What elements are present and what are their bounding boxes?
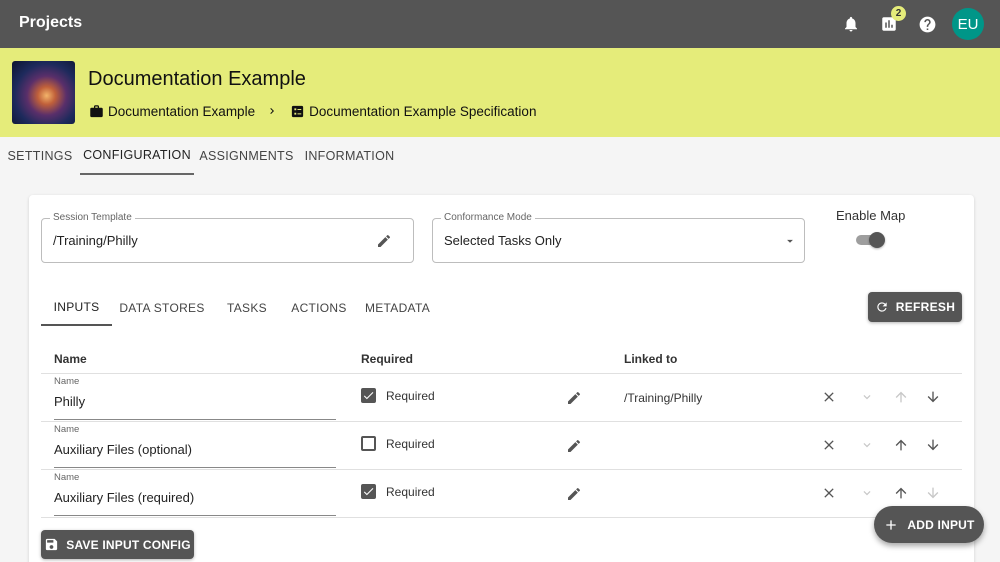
chevron-down-icon[interactable] bbox=[857, 435, 877, 455]
subtab-tasks[interactable]: TASKS bbox=[212, 290, 282, 326]
divider bbox=[41, 421, 962, 422]
required-checkbox[interactable] bbox=[361, 484, 376, 499]
input-name-label: Name bbox=[54, 424, 80, 435]
close-icon[interactable] bbox=[819, 483, 839, 503]
project-header: Documentation Example Documentation Exam… bbox=[0, 48, 1000, 137]
arrow-down-icon[interactable] bbox=[923, 435, 943, 455]
help-icon[interactable] bbox=[915, 12, 939, 36]
breadcrumb-item-specification[interactable]: Documentation Example Specification bbox=[309, 104, 536, 119]
required-label: Required bbox=[386, 485, 435, 499]
arrow-down-icon[interactable] bbox=[923, 483, 943, 503]
linked-to-value: /Training/Philly bbox=[624, 391, 703, 405]
briefcase-icon bbox=[89, 104, 104, 119]
add-input-button[interactable]: ADD INPUT bbox=[874, 506, 984, 543]
divider bbox=[41, 469, 962, 470]
project-thumbnail bbox=[12, 61, 75, 124]
arrow-up-icon[interactable] bbox=[891, 435, 911, 455]
conformance-mode-select[interactable]: Conformance Mode Selected Tasks Only bbox=[432, 212, 805, 263]
input-name-value: Philly bbox=[54, 394, 86, 409]
breadcrumb: Documentation Example Documentation Exam… bbox=[89, 101, 536, 121]
save-input-config-button[interactable]: SAVE INPUT CONFIG bbox=[41, 530, 194, 559]
tab-configuration[interactable]: CONFIGURATION bbox=[80, 137, 194, 175]
arrow-up-icon[interactable] bbox=[891, 483, 911, 503]
tab-settings[interactable]: SETTINGS bbox=[0, 137, 80, 175]
subtab-inputs[interactable]: INPUTS bbox=[41, 290, 112, 326]
add-input-label: ADD INPUT bbox=[907, 517, 975, 532]
save-input-config-label: SAVE INPUT CONFIG bbox=[66, 537, 191, 552]
chevron-right-icon bbox=[266, 105, 278, 117]
edit-pencil-icon[interactable] bbox=[564, 436, 584, 456]
divider bbox=[41, 517, 962, 518]
enable-map-label: Enable Map bbox=[836, 208, 906, 223]
input-name-label: Name bbox=[54, 472, 80, 483]
app-bar: Projects 2 EU bbox=[0, 0, 1000, 48]
close-icon[interactable] bbox=[819, 435, 839, 455]
close-icon[interactable] bbox=[819, 387, 839, 407]
required-label: Required bbox=[386, 389, 435, 403]
input-name-value: Auxiliary Files (required) bbox=[54, 490, 195, 505]
breadcrumb-item-project[interactable]: Documentation Example bbox=[108, 104, 255, 119]
session-template-label: Session Template bbox=[50, 212, 135, 223]
subtab-metadata[interactable]: METADATA bbox=[356, 290, 439, 326]
page-title: Documentation Example bbox=[88, 68, 306, 90]
required-label: Required bbox=[386, 437, 435, 451]
main-tabs: SETTINGS CONFIGURATION ASSIGNMENTS INFOR… bbox=[0, 137, 1000, 175]
column-header-required: Required bbox=[361, 352, 414, 366]
tab-assignments[interactable]: ASSIGNMENTS bbox=[194, 137, 299, 175]
enable-map-toggle[interactable] bbox=[856, 232, 886, 248]
column-header-linked: Linked to bbox=[624, 352, 678, 366]
chevron-down-icon[interactable] bbox=[857, 483, 877, 503]
required-checkbox[interactable] bbox=[361, 436, 376, 451]
dropdown-arrow-icon[interactable] bbox=[780, 231, 800, 251]
chevron-down-icon[interactable] bbox=[857, 387, 877, 407]
input-name-field[interactable]: Name Auxiliary Files (required) bbox=[54, 472, 336, 516]
bell-icon[interactable] bbox=[839, 12, 863, 36]
app-title: Projects bbox=[19, 14, 83, 31]
input-name-value: Auxiliary Files (optional) bbox=[54, 442, 192, 457]
input-name-label: Name bbox=[54, 376, 80, 387]
edit-pencil-icon[interactable] bbox=[564, 388, 584, 408]
specification-icon bbox=[290, 104, 305, 119]
save-icon bbox=[46, 538, 58, 551]
refresh-button[interactable]: REFRESH bbox=[868, 292, 962, 322]
refresh-label: REFRESH bbox=[895, 300, 956, 314]
notification-badge: 2 bbox=[891, 6, 906, 21]
column-header-name: Name bbox=[54, 352, 87, 366]
checkmark-icon bbox=[363, 488, 374, 496]
plus-icon bbox=[886, 519, 897, 530]
avatar[interactable]: EU bbox=[952, 8, 984, 40]
edit-pencil-icon[interactable] bbox=[374, 231, 394, 251]
divider bbox=[41, 373, 962, 374]
subtab-actions[interactable]: ACTIONS bbox=[282, 290, 356, 326]
session-template-value: /Training/Philly bbox=[53, 233, 138, 248]
tab-information[interactable]: INFORMATION bbox=[299, 137, 400, 175]
conformance-mode-value: Selected Tasks Only bbox=[444, 233, 562, 248]
checkmark-icon bbox=[363, 392, 374, 400]
input-name-field[interactable]: Name Philly bbox=[54, 376, 336, 420]
arrow-down-icon[interactable] bbox=[923, 387, 943, 407]
session-template-field[interactable]: Session Template /Training/Philly bbox=[41, 212, 414, 263]
toggle-knob bbox=[869, 232, 885, 248]
subtab-data-stores[interactable]: DATA STORES bbox=[112, 290, 212, 326]
edit-pencil-icon[interactable] bbox=[564, 484, 584, 504]
conformance-mode-label: Conformance Mode bbox=[441, 212, 535, 223]
required-checkbox[interactable] bbox=[361, 388, 376, 403]
refresh-icon bbox=[877, 302, 887, 312]
input-name-field[interactable]: Name Auxiliary Files (optional) bbox=[54, 424, 336, 468]
arrow-up-icon[interactable] bbox=[891, 387, 911, 407]
